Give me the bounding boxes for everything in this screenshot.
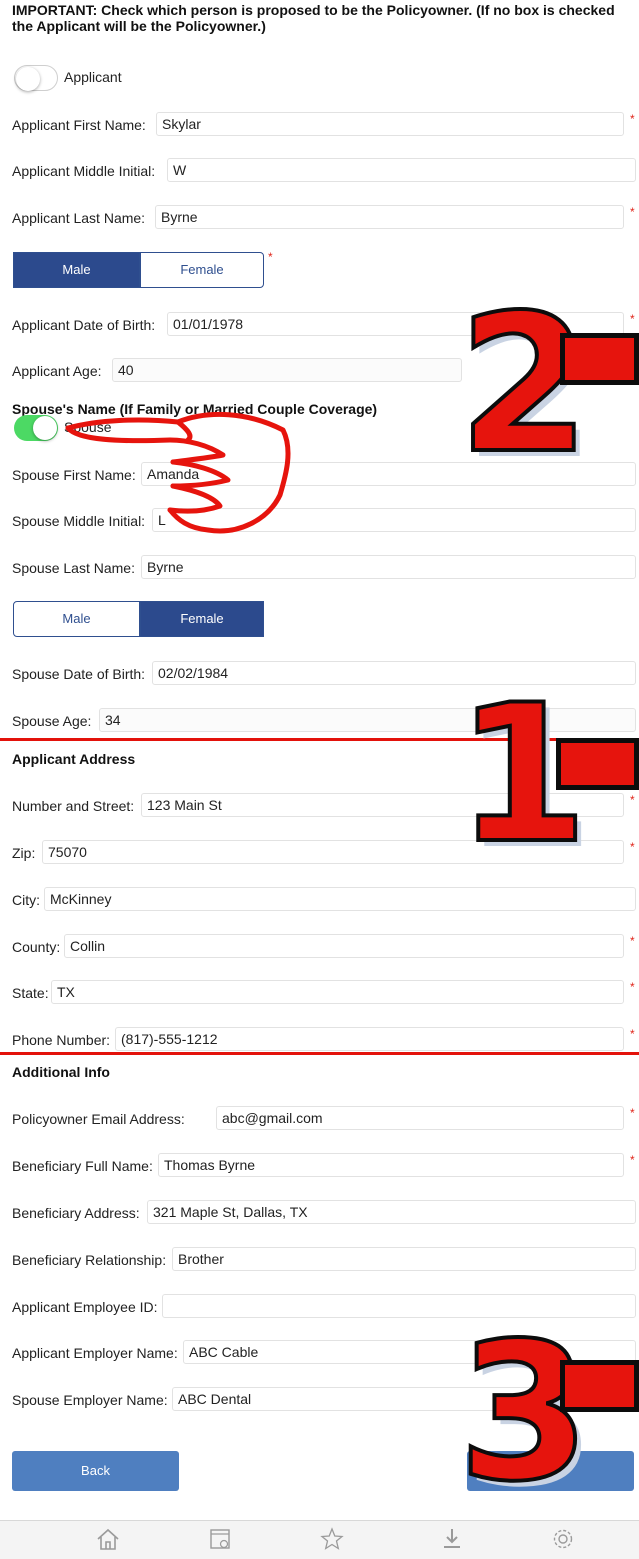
home-icon[interactable] [93,1526,123,1554]
required-mark: * [630,1027,635,1041]
applicant-age-label: Applicant Age: [12,363,102,379]
spouse-dob-label: Spouse Date of Birth: [12,666,146,682]
employer-name-label: Applicant Employer Name: [12,1345,178,1361]
beneficiary-name-field[interactable]: Thomas Byrne [158,1153,624,1177]
beneficiary-address-label: Beneficiary Address: [12,1205,140,1221]
email-field[interactable]: abc@gmail.com [216,1106,624,1130]
county-label: County: [12,939,61,955]
required-mark: * [630,980,635,994]
spouse-last-name-field[interactable]: Byrne [141,555,636,579]
beneficiary-relationship-label: Beneficiary Relationship: [12,1252,167,1268]
required-mark: * [630,112,635,126]
required-mark: * [630,934,635,948]
gear-icon[interactable] [548,1526,578,1554]
required-mark: * [630,840,635,854]
toggle-knob [16,67,40,91]
policyowner-notice: IMPORTANT: Check which person is propose… [12,2,615,34]
address-section-title: Applicant Address [12,751,136,767]
applicant-age-field: 40 [112,358,462,382]
applicant-last-name-label: Applicant Last Name: [12,210,146,226]
download-icon[interactable] [437,1526,467,1554]
spouse-male-button[interactable]: Male [13,601,140,637]
annotation-arrow-two [560,333,639,385]
spouse-female-button[interactable]: Female [140,601,264,637]
required-mark: * [630,1106,635,1120]
zip-label: Zip: [12,845,36,861]
section-divider [0,1052,639,1055]
applicant-toggle-label: Applicant [64,69,122,85]
city-label: City: [12,892,40,908]
email-label: Policyowner Email Address: [12,1111,185,1127]
state-label: State: [12,985,49,1001]
employee-id-label: Applicant Employee ID: [12,1299,158,1315]
beneficiary-relationship-field[interactable]: Brother [172,1247,636,1271]
annotation-number-three: 3 [456,1302,592,1523]
spouse-age-label: Spouse Age: [12,713,92,729]
required-mark: * [630,312,635,326]
spouse-last-name-label: Spouse Last Name: [12,560,135,576]
phone-field[interactable]: (817)-555-1212 [115,1027,624,1051]
spouse-employer-label: Spouse Employer Name: [12,1392,168,1408]
applicant-middle-initial-label: Applicant Middle Initial: [12,163,156,179]
applicant-last-name-field[interactable]: Byrne [155,205,624,229]
county-field[interactable]: Collin [64,934,624,958]
required-mark: * [630,205,635,219]
required-mark: * [630,1153,635,1167]
annotation-arrow-three [560,1360,639,1412]
beneficiary-address-field[interactable]: 321 Maple St, Dallas, TX [147,1200,636,1224]
street-label: Number and Street: [12,798,135,814]
required-mark: * [630,793,635,807]
additional-section-title: Additional Info [12,1064,110,1080]
applicant-male-button[interactable]: Male [13,252,140,288]
calendar-icon[interactable] [205,1526,235,1554]
phone-label: Phone Number: [12,1032,111,1048]
applicant-female-button[interactable]: Female [140,252,264,288]
toggle-knob [33,416,57,440]
annotation-arrow-one [556,738,639,790]
applicant-dob-label: Applicant Date of Birth: [12,317,156,333]
back-button[interactable]: Back [12,1451,179,1491]
star-icon[interactable] [317,1526,347,1554]
city-field[interactable]: McKinney [44,887,636,911]
required-mark: * [268,250,273,264]
applicant-toggle[interactable] [14,65,58,91]
applicant-first-name-label: Applicant First Name: [12,117,146,133]
beneficiary-name-label: Beneficiary Full Name: [12,1158,153,1174]
state-field[interactable]: TX [51,980,624,1004]
applicant-first-name-field[interactable]: Skylar [156,112,624,136]
pointing-hand-icon [65,412,291,534]
spouse-toggle[interactable] [14,415,58,441]
annotation-number-two: 2 [456,274,592,495]
applicant-middle-initial-field[interactable]: W [167,158,636,182]
